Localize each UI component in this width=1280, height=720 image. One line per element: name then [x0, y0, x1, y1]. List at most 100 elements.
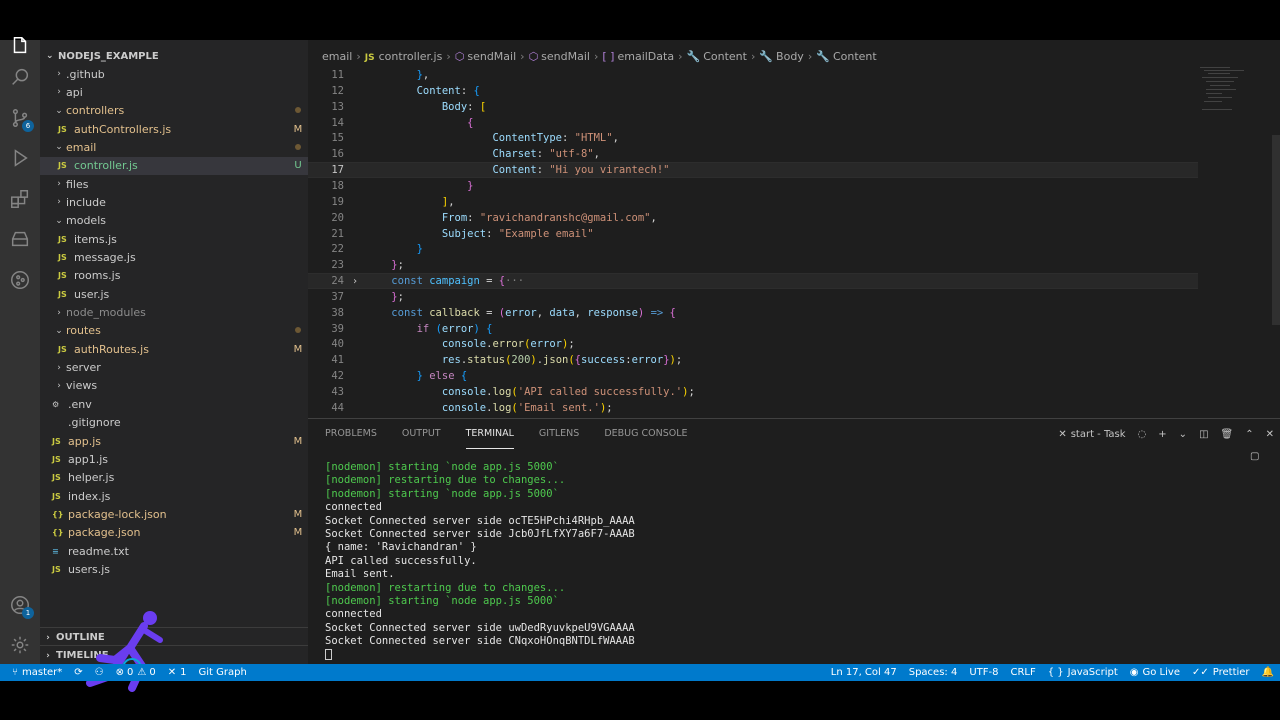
remote-explorer-icon[interactable] — [8, 227, 32, 251]
tree-item-authcontrollers[interactable]: JS authControllers.js M — [40, 120, 308, 138]
tab-problems[interactable]: PROBLEMS — [325, 419, 377, 449]
extensions-icon[interactable] — [8, 187, 32, 211]
tree-item-api[interactable]: › api — [40, 83, 308, 101]
breadcrumb-item[interactable]: 🔧 Content — [686, 50, 746, 63]
tab-terminal[interactable]: TERMINAL — [465, 419, 514, 449]
code-line[interactable]: 21 Subject: "Example email" — [308, 226, 1198, 242]
terminal-shell-icon[interactable]: ▢ — [1250, 451, 1266, 462]
git-graph-button[interactable]: Git Graph — [193, 664, 253, 681]
tree-item-routes[interactable]: ⌄ routes — [40, 322, 308, 340]
breadcrumb-item[interactable]: JS controller.js — [365, 50, 443, 63]
code-line[interactable]: 20 From: "ravichandranshc@gmail.com", — [308, 210, 1198, 226]
tree-item-user[interactable]: JS user.js — [40, 285, 308, 303]
terminal-cursor[interactable] — [325, 648, 635, 661]
git-branch[interactable]: ⑂ master* — [0, 664, 68, 681]
code-line[interactable]: 40 console.error(error); — [308, 336, 1198, 352]
gitlens-icon[interactable] — [8, 268, 32, 292]
search-icon[interactable] — [8, 65, 32, 89]
account-icon[interactable]: 1 — [8, 593, 34, 619]
code-line[interactable]: 42 } else { — [308, 368, 1198, 384]
breadcrumb-item[interactable]: ⬡ sendMail — [529, 50, 590, 63]
breadcrumb-item[interactable]: 🔧 Content — [816, 50, 876, 63]
tree-item-app[interactable]: JS app.js M — [40, 432, 308, 450]
tree-item-controller[interactable]: JS controller.js U — [40, 156, 308, 175]
kill-terminal-trash-icon[interactable]: 🗑 — [1221, 429, 1234, 440]
tab-output[interactable]: OUTPUT — [402, 419, 441, 449]
code-line[interactable]: 22 } — [308, 241, 1198, 257]
code-line[interactable]: 43 console.log('API called successfully.… — [308, 384, 1198, 400]
language-mode[interactable]: { } JavaScript — [1042, 664, 1124, 681]
explorer-root[interactable]: ⌄ NODEJS_EXAMPLE — [40, 45, 308, 67]
tree-item-email[interactable]: ⌄ email — [40, 138, 308, 156]
code-line[interactable]: 44 console.log('Email sent.'); — [308, 400, 1198, 416]
code-editor[interactable]: email › JS controller.js › ⬡ sendMail › ⬡ sendMai… — [308, 40, 1280, 418]
code-line[interactable]: 38 const callback = (error, data, respon… — [308, 305, 1198, 321]
prettier-status[interactable]: ✓✓ Prettier — [1186, 664, 1256, 681]
tree-item-node-modules[interactable]: › node_modules — [40, 304, 308, 322]
cursor-position[interactable]: Ln 17, Col 47 — [825, 664, 903, 681]
editor-scrollbar[interactable] — [1272, 135, 1280, 325]
tree-item-github[interactable]: › .github — [40, 65, 308, 83]
tree-item-items[interactable]: JS items.js — [40, 230, 308, 248]
notifications-bell[interactable]: 🔔 — [1256, 664, 1280, 681]
code-line[interactable]: 11 }, — [308, 67, 1198, 83]
split-terminal-icon[interactable]: ◫ — [1199, 429, 1208, 440]
code-line[interactable]: 23 }; — [308, 257, 1198, 273]
indentation[interactable]: Spaces: 4 — [903, 664, 964, 681]
gitlens-status[interactable]: ⚇ — [89, 664, 110, 681]
code-line[interactable]: 12 Content: { — [308, 83, 1198, 99]
line-ending[interactable]: CRLF — [1004, 664, 1041, 681]
tree-item-message[interactable]: JS message.js — [40, 249, 308, 267]
tree-item-helper[interactable]: JS helper.js — [40, 469, 308, 487]
fold-chevron-icon[interactable]: › — [344, 276, 366, 287]
tree-item-files[interactable]: › files — [40, 175, 308, 193]
code-line[interactable]: 17 Content: "Hi you virantech!" — [308, 162, 1198, 179]
tree-item-env[interactable]: ⚙ .env — [40, 395, 308, 413]
tree-item-index[interactable]: JS index.js — [40, 487, 308, 505]
tree-item-app1[interactable]: JS app1.js — [40, 450, 308, 468]
tree-item-server[interactable]: › server — [40, 359, 308, 377]
code-line[interactable]: 39 if (error) { — [308, 321, 1198, 337]
tab-gitlens[interactable]: GITLENS — [539, 419, 579, 449]
manage-gear-icon[interactable] — [8, 633, 32, 657]
encoding[interactable]: UTF-8 — [963, 664, 1004, 681]
task-selector[interactable]: start - Task — [1071, 429, 1126, 440]
code-line[interactable]: 18 } — [308, 178, 1198, 194]
run-debug-icon[interactable] — [8, 146, 32, 170]
code-line[interactable]: 24 › const campaign = {··· — [308, 273, 1198, 290]
tree-item-include[interactable]: › include — [40, 193, 308, 211]
tree-item-users[interactable]: JS users.js — [40, 560, 308, 578]
sync-button[interactable]: ⟳ — [68, 664, 88, 681]
breadcrumb-item[interactable]: email — [322, 50, 352, 63]
tree-item-readme[interactable]: ≡ readme.txt — [40, 542, 308, 560]
minimap[interactable] — [1198, 65, 1268, 185]
tree-item-package[interactable]: {} package.json M — [40, 524, 308, 542]
tree-item-authroutes[interactable]: JS authRoutes.js M — [40, 340, 308, 358]
code-line[interactable]: 37 }; — [308, 289, 1198, 305]
tree-item-rooms[interactable]: JS rooms.js — [40, 267, 308, 285]
breadcrumb-item[interactable]: [ ] emailData — [602, 50, 674, 63]
tree-item-controllers[interactable]: ⌄ controllers — [40, 102, 308, 120]
tab-debug-console[interactable]: DEBUG CONSOLE — [604, 419, 687, 449]
code-line[interactable]: 19 ], — [308, 194, 1198, 210]
problems-status[interactable]: ⊗ 0 ⚠ 0 — [110, 664, 162, 681]
tree-item-views[interactable]: › views — [40, 377, 308, 395]
new-terminal-plus-icon[interactable]: + — [1158, 429, 1166, 440]
code-line[interactable]: 41 res.status(200).json({success:error})… — [308, 352, 1198, 368]
code-line[interactable]: 16 Charset: "utf-8", — [308, 146, 1198, 162]
tree-item-package-lock[interactable]: {} package-lock.json M — [40, 505, 308, 523]
terminal-output[interactable]: [nodemon] starting `node app.js 5000` [no… — [325, 461, 635, 662]
breadcrumb-item[interactable]: 🔧 Body — [759, 50, 803, 63]
ports-status[interactable]: ✕ 1 — [162, 664, 193, 681]
go-live-button[interactable]: ◉ Go Live — [1124, 664, 1186, 681]
explorer-icon[interactable] — [8, 34, 32, 58]
tree-item-gitignore[interactable]: .gitignore — [40, 414, 308, 432]
code-line[interactable]: 15 ContentType: "HTML", — [308, 130, 1198, 146]
code-line[interactable]: 13 Body: [ — [308, 99, 1198, 115]
close-panel-icon[interactable]: ✕ — [1266, 429, 1274, 440]
source-control-icon[interactable]: 6 — [8, 106, 34, 132]
maximize-panel-chevron-up-icon[interactable]: ⌃ — [1245, 429, 1253, 440]
tree-item-models[interactable]: ⌄ models — [40, 212, 308, 230]
terminal-dropdown-chevron-icon[interactable]: ⌄ — [1179, 429, 1187, 440]
breadcrumb-item[interactable]: ⬡ sendMail — [455, 50, 516, 63]
